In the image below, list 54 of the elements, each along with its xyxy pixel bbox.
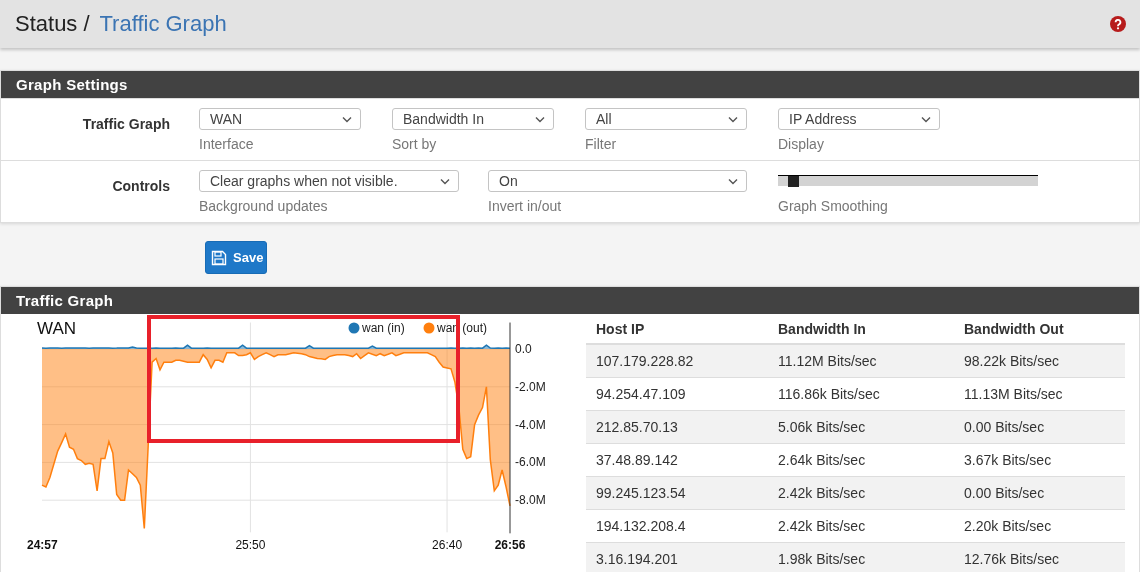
help-icon[interactable] bbox=[1110, 16, 1126, 32]
chevron-down-icon bbox=[728, 177, 738, 185]
axis-tick-label: 25:50 bbox=[235, 538, 266, 553]
chevron-down-icon bbox=[921, 115, 931, 123]
chevron-down-icon bbox=[342, 115, 352, 123]
dropdown[interactable]: All bbox=[585, 108, 747, 130]
panel-heading: Traffic Graph bbox=[1, 287, 1139, 314]
axis-tick-label: 26:40 bbox=[432, 538, 463, 553]
table-cell: 5.06k Bits/sec bbox=[768, 410, 954, 444]
chart-title: WAN bbox=[37, 319, 77, 338]
axis-tick-label: 0.0 bbox=[515, 342, 532, 356]
help-text: Interface bbox=[199, 136, 255, 152]
help-text: Display bbox=[778, 136, 825, 152]
table-cell: 0.00 Bits/sec bbox=[954, 476, 1125, 510]
legend-label: wan (in) bbox=[362, 321, 405, 335]
dropdown[interactable]: WAN bbox=[199, 108, 361, 130]
table-cell: 107.179.228.82 bbox=[586, 344, 768, 378]
breadcrumb-link[interactable]: Traffic Graph bbox=[99, 11, 227, 37]
dropdown[interactable]: On bbox=[488, 170, 747, 192]
panel-heading: Graph Settings bbox=[1, 71, 1139, 98]
field-label: Traffic Graph bbox=[81, 115, 171, 134]
dropdown[interactable]: Clear graphs when not visible. bbox=[199, 170, 459, 192]
table-cell: 3.16.194.201 bbox=[586, 542, 768, 572]
table-cell: 0.00 Bits/sec bbox=[954, 410, 1125, 444]
legend-dot bbox=[348, 322, 360, 334]
dropdown[interactable]: Bandwidth In bbox=[392, 108, 554, 130]
field-label: Controls bbox=[111, 177, 171, 196]
axis-tick-label: -8.0M bbox=[515, 493, 546, 508]
help-text: Graph Smoothing bbox=[778, 198, 889, 214]
chevron-down-icon bbox=[728, 115, 738, 123]
table-cell: 99.245.123.54 bbox=[586, 476, 768, 510]
legend-dot bbox=[423, 322, 435, 334]
help-text: Sort by bbox=[392, 136, 438, 152]
help-text: Background updates bbox=[199, 198, 329, 214]
help-text: Filter bbox=[585, 136, 618, 152]
axis-tick-label: -6.0M bbox=[515, 455, 546, 470]
axis-tick-label: -4.0M bbox=[515, 417, 546, 432]
table-cell: 2.42k Bits/sec bbox=[768, 476, 954, 510]
save-button[interactable]: Save bbox=[205, 241, 267, 274]
axis-tick-label: 26:56 bbox=[494, 538, 526, 553]
axis-tick-label: 24:57 bbox=[27, 538, 58, 553]
chevron-down-icon bbox=[535, 115, 545, 123]
table-cell: 212.85.70.13 bbox=[586, 410, 768, 444]
table-cell: 11.12M Bits/sec bbox=[768, 344, 954, 378]
table-cell: 12.76k Bits/sec bbox=[954, 542, 1125, 572]
axis-tick-label: -2.0M bbox=[515, 379, 546, 394]
table-cell: 98.22k Bits/sec bbox=[954, 344, 1125, 378]
breadcrumb-item: Status bbox=[15, 11, 78, 37]
breadcrumb-separator: / bbox=[83, 11, 90, 37]
slider-thumb[interactable] bbox=[787, 176, 799, 187]
help-text: Invert in/out bbox=[488, 198, 563, 214]
dropdown[interactable]: IP Address bbox=[778, 108, 940, 130]
chevron-down-icon bbox=[440, 177, 450, 185]
table-cell: 1.98k Bits/sec bbox=[768, 542, 954, 572]
